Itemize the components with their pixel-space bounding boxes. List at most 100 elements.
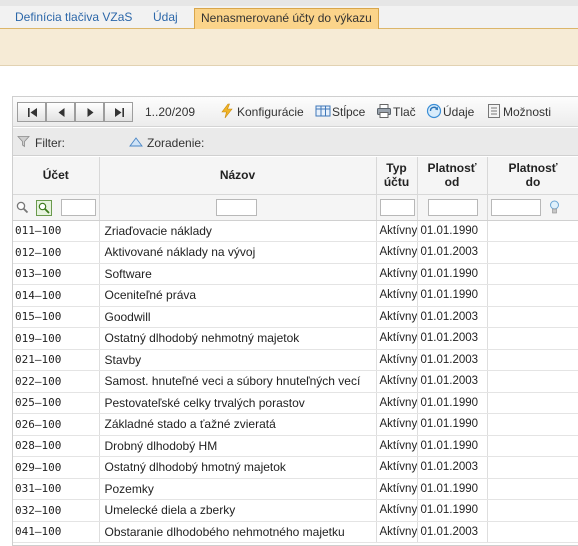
table-row[interactable]: 012–100 Aktivované náklady na vývoj Aktívn… [13, 241, 578, 264]
cell-valid-from: 01.01.1990 [417, 499, 488, 522]
cell-valid-from: 01.01.2003 [417, 327, 488, 350]
lightbulb-icon[interactable] [549, 200, 560, 215]
cell-valid-from: 01.01.1990 [417, 478, 488, 500]
filter-cell-name [99, 194, 377, 221]
columns-button[interactable]: Stĺpce [332, 105, 365, 121]
header-band [0, 29, 578, 66]
table-row[interactable]: 029–100 Ostatný dlhodobý hmotný majetok Ak… [13, 456, 578, 479]
cell-valid-from: 01.01.1990 [417, 413, 488, 436]
table-row[interactable]: 014–100 Oceniteľné práva Aktívny 01.01.1990 [13, 284, 578, 307]
prev-page-icon [58, 108, 65, 117]
funnel-icon[interactable] [17, 135, 30, 148]
filter-input-account[interactable] [61, 198, 96, 216]
cell-name: Ostatný dlhodobý nehmotný majetok [99, 327, 377, 350]
data-button[interactable]: Údaje [443, 105, 474, 121]
cell-valid-to [487, 521, 578, 543]
options-icon[interactable] [486, 103, 502, 119]
table-row[interactable]: 041–100 Obstaranie dlhodobého nehmotného … [13, 521, 578, 543]
cell-type: Aktívny [376, 478, 418, 500]
header-type[interactable]: Typ účtu [376, 157, 418, 195]
page-info: 1..20/209 [145, 105, 196, 119]
table-row[interactable]: 013–100 Software Aktívny 01.01.1990 [13, 263, 578, 285]
filter-input-valid-to[interactable] [490, 198, 541, 216]
prev-page-button[interactable] [46, 102, 75, 122]
cell-type: Aktívny [376, 499, 418, 522]
cell-valid-from: 01.01.2003 [417, 370, 488, 393]
cell-account: 032–100 [13, 499, 100, 522]
table-row[interactable]: 028–100 Drobný dlhodobý HM Aktívny 01.01.19… [13, 435, 578, 457]
print-button[interactable]: Tlač [393, 105, 416, 121]
cell-account: 031–100 [13, 478, 100, 500]
cell-type: Aktívny [376, 220, 418, 242]
refresh-data-icon[interactable] [426, 103, 442, 119]
tab-form-definition[interactable]: Definícia tlačiva VZaS [15, 8, 132, 29]
next-page-icon [87, 108, 94, 117]
filter-row [13, 194, 578, 221]
filter-cell-type [376, 194, 418, 221]
sort-triangle-icon[interactable] [129, 137, 143, 147]
table-row[interactable]: 031–100 Pozemky Aktívny 01.01.1990 [13, 478, 578, 500]
cell-type: Aktívny [376, 370, 418, 393]
cell-valid-from: 01.01.2003 [417, 456, 488, 479]
cell-account: 028–100 [13, 435, 100, 457]
header-valid-to[interactable]: Platnosť do [487, 157, 578, 195]
accounts-grid: 1..20/209 Konfigurácie Stĺpce Tlač Údaje… [12, 96, 578, 546]
options-button[interactable]: Možnosti [503, 105, 551, 121]
grid-toolbar: 1..20/209 Konfigurácie Stĺpce Tlač Údaje… [13, 97, 578, 127]
magnifier-icon[interactable] [16, 201, 29, 214]
cell-name: Goodwill [99, 306, 377, 328]
cell-name: Drobný dlhodobý HM [99, 435, 377, 457]
configure-button[interactable]: Konfigurácie [237, 105, 304, 121]
cell-account: 022–100 [13, 370, 100, 393]
header-name[interactable]: Názov [99, 157, 377, 195]
cell-account: 019–100 [13, 327, 100, 350]
first-page-button[interactable] [17, 102, 46, 122]
clear-filter-icon[interactable] [36, 199, 52, 216]
table-row[interactable]: 011–100 Zriaďovacie náklady Aktívny 01.01.1… [13, 220, 578, 242]
table-row[interactable]: 019–100 Ostatný dlhodobý nehmotný majetok… [13, 327, 578, 350]
filter-input-name[interactable] [215, 198, 257, 216]
cell-valid-from: 01.01.2003 [417, 349, 488, 371]
printer-icon[interactable] [376, 103, 392, 119]
cell-valid-from: 01.01.1990 [417, 284, 488, 307]
last-page-icon [115, 108, 124, 117]
cell-name: Samost. hnuteľné veci a súbory hnuteľnýc… [99, 370, 377, 393]
cell-valid-from: 01.01.2003 [417, 241, 488, 264]
cell-type: Aktívny [376, 392, 418, 414]
filter-label[interactable]: Filter: [35, 136, 65, 150]
filter-cell-valid-to [487, 194, 578, 221]
cell-valid-from: 01.01.1990 [417, 263, 488, 285]
header-valid-from[interactable]: Platnosť od [417, 157, 488, 195]
table-row[interactable]: 025–100 Pestovateľské celky trvalých pora… [13, 392, 578, 414]
lightning-icon[interactable] [219, 103, 235, 119]
filter-bar: Filter: Zoradenie: [13, 128, 578, 156]
table-row[interactable]: 015–100 Goodwill Aktívny 01.01.2003 [13, 306, 578, 328]
table-row[interactable]: 021–100 Stavby Aktívny 01.01.2003 [13, 349, 578, 371]
cell-name: Software [99, 263, 377, 285]
filter-input-valid-from[interactable] [427, 198, 478, 216]
cell-account: 021–100 [13, 349, 100, 371]
cell-valid-to [487, 284, 578, 307]
sort-label[interactable]: Zoradenie: [147, 136, 204, 150]
cell-valid-to [487, 499, 578, 522]
table-row[interactable]: 022–100 Samost. hnuteľné veci a súbory hn… [13, 370, 578, 393]
cell-valid-to [487, 392, 578, 414]
header-account[interactable]: Účet [13, 157, 100, 195]
filter-input-type[interactable] [379, 198, 415, 216]
table-row[interactable]: 026–100 Základné stado a ťažné zvieratá Ak… [13, 413, 578, 436]
tab-bar: Definícia tlačiva VZaS Údaj Nenasmerovan… [0, 6, 578, 29]
cell-name: Oceniteľné práva [99, 284, 377, 307]
cell-type: Aktívny [376, 327, 418, 350]
next-page-button[interactable] [75, 102, 104, 122]
tab-data[interactable]: Údaj [153, 8, 178, 29]
tab-unassigned-accounts[interactable]: Nenasmerované účty do výkazu [194, 8, 379, 29]
cell-account: 025–100 [13, 392, 100, 414]
cell-type: Aktívny [376, 349, 418, 371]
cell-name: Pozemky [99, 478, 377, 500]
cell-account: 013–100 [13, 263, 100, 285]
cell-valid-to [487, 435, 578, 457]
columns-icon[interactable] [315, 103, 331, 119]
table-row[interactable]: 032–100 Umelecké diela a zberky Aktívny 01.… [13, 499, 578, 522]
last-page-button[interactable] [104, 102, 133, 122]
cell-valid-from: 01.01.1990 [417, 392, 488, 414]
